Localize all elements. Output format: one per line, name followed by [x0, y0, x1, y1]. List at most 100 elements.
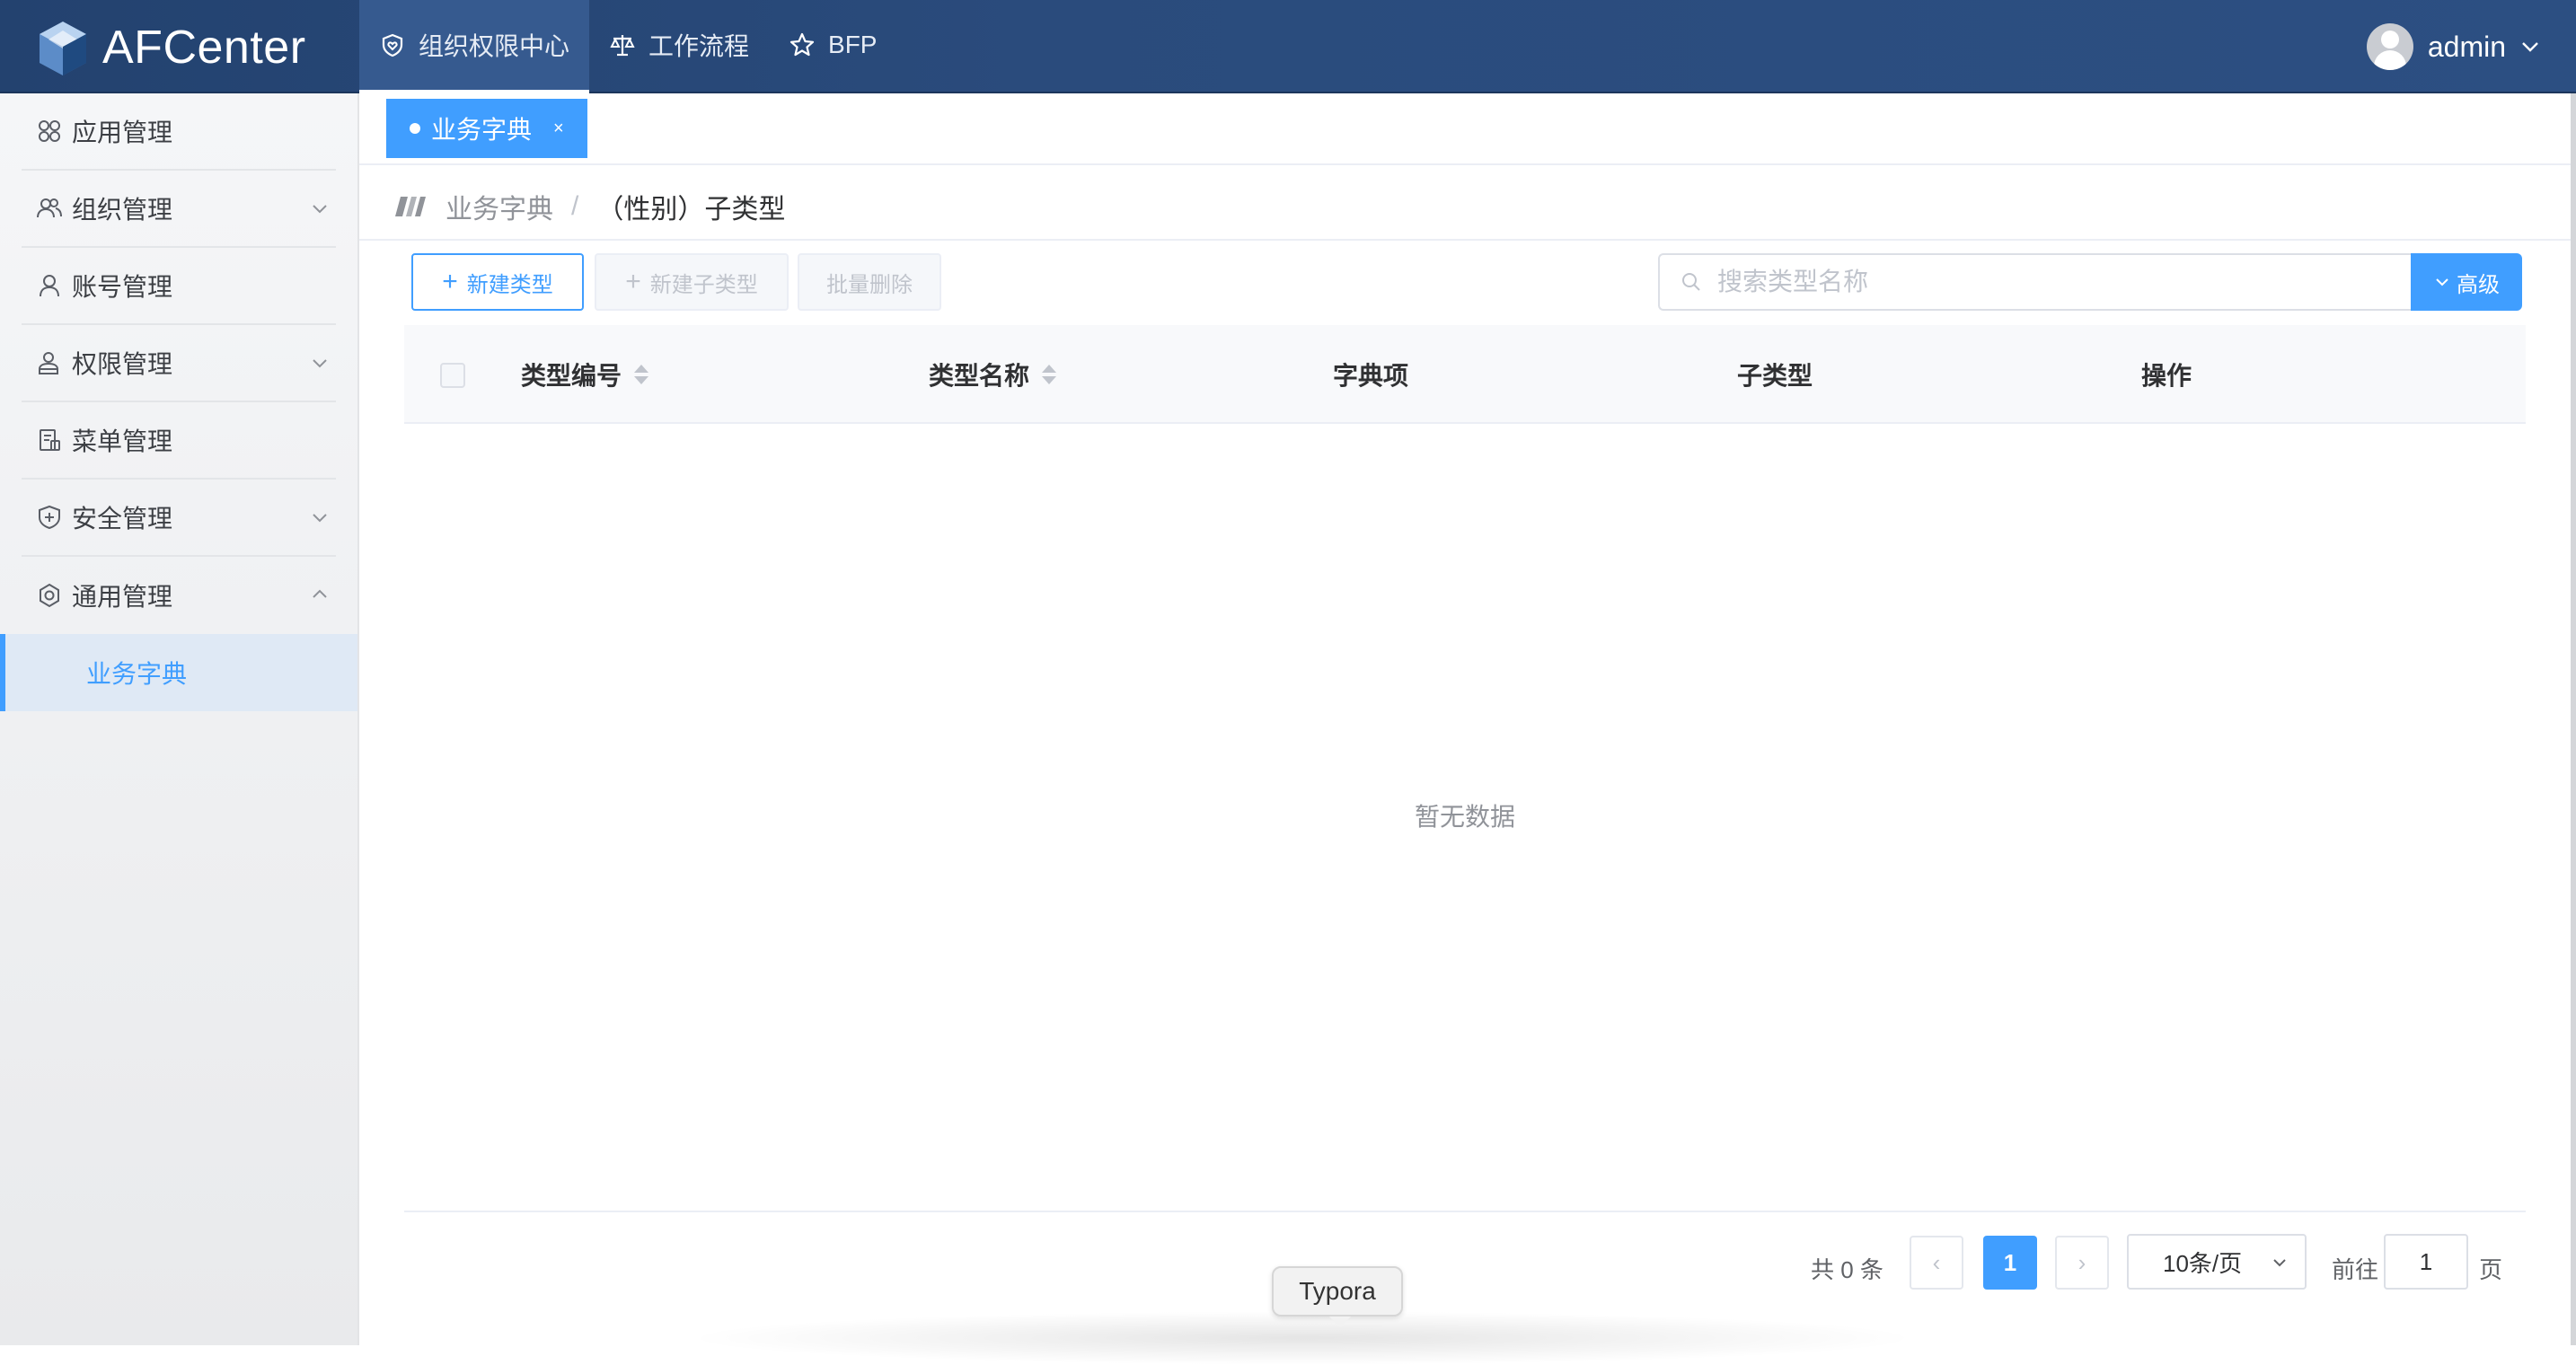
sidebar-item-label: 安全管理 [72, 505, 173, 533]
column-label: 类型编号 [521, 362, 622, 390]
grid-icon [36, 118, 63, 145]
top-header: AFCenter 组织权限中心 工作流程 BFP admin [0, 0, 2576, 93]
window-edge [2571, 93, 2576, 1345]
active-dot [410, 123, 420, 134]
column-header-subtypes: 子类型 [1737, 325, 1813, 424]
page-number-button[interactable]: 1 [1983, 1236, 2037, 1290]
sort-icon[interactable] [634, 365, 649, 384]
divider [404, 1211, 2526, 1212]
search-box [1658, 253, 2411, 311]
user-icon [36, 272, 63, 299]
batch-delete-label: 批量删除 [826, 272, 913, 297]
pagination-total: 共 0 条 [1811, 1255, 1883, 1283]
top-nav-label: 工作流程 [648, 32, 750, 60]
sort-icon[interactable] [1042, 365, 1057, 384]
logo-text: AFCenter [102, 22, 306, 74]
sidebar-item-label: 菜单管理 [72, 427, 173, 455]
new-type-button[interactable]: + 新建类型 [411, 253, 584, 311]
empty-state: 暂无数据 [1414, 803, 1515, 831]
sidebar-item-general-management[interactable]: 通用管理 [22, 557, 336, 634]
top-nav-label: BFP [828, 31, 878, 58]
column-label: 操作 [2141, 362, 2192, 390]
chevron-down-icon [313, 359, 327, 368]
sidebar-item-account-management[interactable]: 账号管理 [22, 248, 336, 325]
scale-icon [609, 31, 636, 58]
shield-plus-icon [36, 504, 63, 531]
column-header-type-code[interactable]: 类型编号 [521, 325, 649, 424]
breadcrumb-item-dictionary[interactable]: 业务字典 [446, 187, 553, 226]
page-size-value: 10条/页 [2163, 1249, 2243, 1277]
tab-bar: 业务字典 × [359, 93, 2571, 165]
main-content: 业务字典 × 业务字典 / （性别）子类型 + 新建类型 + 新建子类型 批量删… [359, 93, 2576, 1345]
sidebar-subitem-label: 业务字典 [86, 660, 188, 688]
column-label: 子类型 [1737, 362, 1813, 390]
column-label: 类型名称 [929, 362, 1030, 390]
sidebar-item-security-management[interactable]: 安全管理 [22, 480, 336, 557]
next-page-button[interactable]: › [2055, 1236, 2109, 1290]
users-icon [36, 195, 63, 222]
tab-business-dictionary[interactable]: 业务字典 × [386, 99, 587, 158]
sidebar-item-label: 组织管理 [72, 196, 173, 224]
tab-close-icon[interactable]: × [553, 119, 564, 139]
chevron-down-icon [313, 205, 327, 214]
top-nav-workflow[interactable]: 工作流程 [589, 0, 769, 90]
sidebar-item-label: 权限管理 [72, 350, 173, 378]
search-icon [1682, 273, 1700, 291]
chevron-down-icon [2522, 42, 2538, 52]
advanced-label: 高级 [2457, 272, 2500, 297]
sidebar-item-permission-management[interactable]: 权限管理 [22, 325, 336, 402]
batch-delete-button[interactable]: 批量删除 [798, 253, 941, 311]
chevron-up-icon [313, 589, 327, 598]
column-header-dictionary-items: 字典项 [1333, 325, 1408, 424]
sidebar-item-app-management[interactable]: 应用管理 [22, 93, 336, 171]
breadcrumb-icon [395, 197, 426, 216]
top-nav-org-permission-center[interactable]: 组织权限中心 [359, 0, 590, 93]
star-icon [789, 31, 816, 58]
document-icon [36, 427, 63, 454]
avatar [2366, 23, 2413, 70]
select-all-checkbox[interactable] [440, 363, 465, 388]
gear-icon [36, 582, 63, 609]
sidebar-item-label: 应用管理 [72, 119, 173, 146]
breadcrumb: 业务字典 / （性别）子类型 [395, 183, 785, 230]
divider [359, 239, 2571, 241]
dock-shadow [683, 1311, 1922, 1365]
tab-label: 业务字典 [431, 116, 533, 144]
goto-unit: 页 [2479, 1255, 2503, 1283]
new-subtype-button[interactable]: + 新建子类型 [595, 253, 789, 311]
table-header: 类型编号 类型名称 字典项 子类型 操作 [404, 325, 2526, 424]
afcenter-logo-icon [40, 22, 86, 75]
sidebar-item-org-management[interactable]: 组织管理 [22, 171, 336, 248]
goto-label: 前往 [2332, 1255, 2379, 1283]
heart-shield-icon [379, 31, 406, 58]
app-logo[interactable]: AFCenter [36, 18, 306, 77]
sidebar-item-label: 通用管理 [72, 583, 173, 611]
sidebar-item-label: 账号管理 [72, 273, 173, 301]
sidebar: 应用管理 组织管理 账号管理 权限管理 菜单管理 安全管理 通用管理 业务字典 [0, 93, 359, 1345]
new-type-label: 新建类型 [466, 272, 553, 297]
chevron-down-icon [2273, 1259, 2286, 1267]
breadcrumb-separator: / [571, 191, 579, 221]
top-nav-label: 组织权限中心 [419, 32, 570, 60]
advanced-search-button[interactable]: 高级 [2411, 253, 2522, 311]
column-header-actions: 操作 [2141, 325, 2192, 424]
dock-tooltip: Typora [1272, 1266, 1403, 1327]
user-name: admin [2427, 30, 2506, 63]
chevron-down-icon [313, 514, 327, 523]
column-header-type-name[interactable]: 类型名称 [929, 325, 1057, 424]
plus-icon: + [442, 267, 458, 296]
sidebar-subitem-business-dictionary[interactable]: 业务字典 [0, 634, 357, 711]
prev-page-button[interactable]: ‹ [1910, 1236, 1963, 1290]
breadcrumb-item-current: （性别）子类型 [596, 195, 786, 225]
new-subtype-label: 新建子类型 [649, 272, 758, 297]
sidebar-item-menu-management[interactable]: 菜单管理 [22, 402, 336, 480]
plus-icon: + [625, 267, 641, 296]
goto-page-input[interactable]: 1 [2384, 1234, 2468, 1290]
user-lock-icon [36, 349, 63, 376]
user-menu[interactable]: admin [2366, 22, 2542, 72]
column-label: 字典项 [1333, 362, 1409, 390]
top-nav: 组织权限中心 工作流程 BFP [359, 0, 897, 93]
search-input[interactable] [1716, 267, 2398, 297]
top-nav-bfp[interactable]: BFP [769, 0, 896, 90]
page-size-select[interactable]: 10条/页 [2127, 1234, 2307, 1290]
